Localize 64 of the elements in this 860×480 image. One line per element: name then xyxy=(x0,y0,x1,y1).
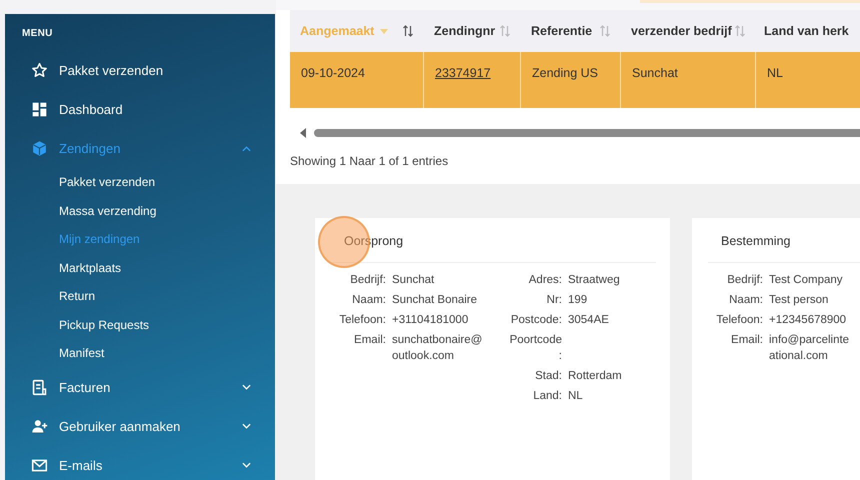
field-value: Rotterdam xyxy=(568,368,622,384)
card-title: Bestemming xyxy=(721,234,790,248)
sort-arrows-icon xyxy=(402,24,414,38)
field-value: Test person xyxy=(769,293,828,308)
field-label: Email: xyxy=(730,333,764,348)
field-label: Telefoon: xyxy=(715,313,764,328)
field-value: info@parcelinte ational.com xyxy=(769,333,850,364)
field-value: Straatweg xyxy=(568,273,620,288)
shipment-link[interactable]: 23374917 xyxy=(435,66,491,80)
submenu-item[interactable]: Manifest xyxy=(5,339,104,368)
field-label: Email: xyxy=(353,333,387,348)
field-value: +31104181000 xyxy=(392,313,468,328)
invoice-icon xyxy=(31,378,48,396)
mail-icon xyxy=(31,456,48,474)
sidebar-item[interactable]: Gebruiker aanmaken xyxy=(5,406,275,446)
field-value: 3054AE xyxy=(568,313,609,328)
submenu-item[interactable]: Pakket verzenden xyxy=(5,168,156,196)
field-label: Bedrijf: xyxy=(726,273,764,288)
field-label: Stad: xyxy=(534,368,563,384)
table-row[interactable]: 09-10-2024 23374917 Zending US Sunchat NL xyxy=(290,52,860,108)
table-cell: Zending US xyxy=(532,66,598,80)
field-label: Land: xyxy=(532,388,563,404)
sidebar-item[interactable]: Pakket verzenden xyxy=(5,51,275,90)
submenu-item[interactable]: Pickup Requests xyxy=(5,310,150,339)
field-value: NL xyxy=(568,388,583,404)
field-label: Naam: xyxy=(728,293,764,308)
user-plus-icon xyxy=(31,418,48,434)
field-label: Nr: xyxy=(546,293,563,308)
column-header[interactable]: Land van herk xyxy=(756,10,860,52)
field-label: Postcode: xyxy=(510,313,563,328)
sort-caret-icon xyxy=(380,28,388,34)
field-value: 199 xyxy=(568,293,588,308)
column-header[interactable]: Referentie xyxy=(521,10,621,52)
column-header[interactable]: Zendingnr xyxy=(424,10,521,52)
star-icon xyxy=(31,62,48,79)
dashboard-icon xyxy=(31,101,48,118)
scroll-left-icon[interactable] xyxy=(300,128,306,138)
table-cell: Sunchat xyxy=(632,66,678,80)
menu-heading: MENU xyxy=(22,28,53,39)
sidebar-item[interactable]: Facturen xyxy=(5,368,275,406)
submenu-item[interactable]: Massa verzending xyxy=(5,196,156,225)
table-cell: 09-10-2024 xyxy=(301,66,365,80)
submenu-item[interactable]: Return xyxy=(5,282,96,310)
field-value: +12345678900 xyxy=(769,313,846,328)
entries-info: Showing 1 Naar 1 of 1 entries xyxy=(290,154,448,168)
field-label: Naam: xyxy=(351,293,387,308)
field-label: Adres: xyxy=(528,273,563,288)
sort-arrows-icon xyxy=(599,24,611,38)
table-cell: NL xyxy=(767,66,783,80)
scrollbar[interactable] xyxy=(314,129,860,137)
column-header[interactable]: verzender bedrijf xyxy=(621,10,756,52)
field-label: Telefoon: xyxy=(338,313,387,328)
submenu-item[interactable]: Marktplaats xyxy=(5,254,122,282)
sidebar-item[interactable]: Dashboard xyxy=(5,90,275,129)
cube-icon xyxy=(31,140,48,157)
field-label: Bedrijf: xyxy=(349,273,387,288)
sort-arrows-icon xyxy=(734,24,746,38)
field-value: Sunchat Bonaire xyxy=(392,293,478,308)
sidebar-item[interactable]: E-mails xyxy=(5,446,275,480)
field-label: Poortcode : xyxy=(508,333,563,364)
field-value: Test Company xyxy=(769,273,843,288)
sort-arrows-icon xyxy=(499,24,511,38)
field-value: Sunchat xyxy=(392,273,434,288)
field-value: sunchatbonaire@ outlook.com xyxy=(392,333,482,364)
